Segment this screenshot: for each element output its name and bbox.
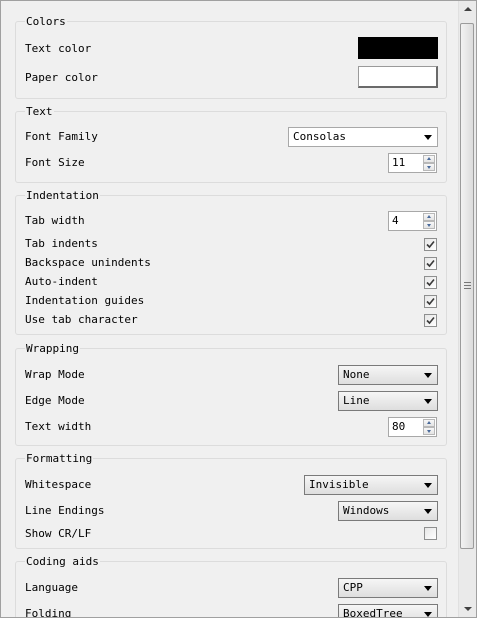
settings-panel: Colors Text color Paper color Text Font … xyxy=(0,0,477,618)
spin-up-icon[interactable] xyxy=(423,419,435,427)
text-color-swatch[interactable] xyxy=(358,37,438,59)
coding-aids-group: Coding aids Language CPP Folding BoxedTr… xyxy=(15,556,447,617)
spin-down-icon[interactable] xyxy=(423,427,435,435)
formatting-group: Formatting Whitespace Invisible Line End… xyxy=(15,453,447,549)
checkmark-icon xyxy=(426,297,435,306)
spin-down-icon[interactable] xyxy=(423,163,435,171)
use-tab-character-label: Use tab character xyxy=(25,313,138,326)
text-group-title: Text xyxy=(25,105,54,118)
language-label: Language xyxy=(25,581,78,594)
tab-indents-label: Tab indents xyxy=(25,237,98,250)
scroll-down-arrow-icon[interactable] xyxy=(460,601,475,617)
checkmark-icon xyxy=(426,259,435,268)
whitespace-value: Invisible xyxy=(309,478,369,491)
show-crlf-label: Show CR/LF xyxy=(25,527,92,540)
use-tab-character-checkbox[interactable] xyxy=(424,314,437,327)
language-combo[interactable]: CPP xyxy=(338,578,438,598)
chevron-down-icon xyxy=(424,483,432,488)
whitespace-combo[interactable]: Invisible xyxy=(304,475,438,495)
folding-value: BoxedTree xyxy=(343,607,403,617)
line-endings-value: Windows xyxy=(343,504,390,517)
font-size-label: Font Size xyxy=(25,156,85,169)
chevron-down-icon xyxy=(424,135,432,140)
tab-width-label: Tab width xyxy=(25,214,85,227)
tab-width-value: 4 xyxy=(392,214,399,227)
wrap-mode-label: Wrap Mode xyxy=(25,368,85,381)
checkmark-icon xyxy=(426,240,435,249)
font-family-label: Font Family xyxy=(25,130,98,143)
wrapping-group-title: Wrapping xyxy=(25,342,80,355)
paper-color-swatch[interactable] xyxy=(358,66,438,88)
indentation-group: Indentation Tab width 4 Tab indents Back… xyxy=(15,190,447,335)
language-value: CPP xyxy=(343,581,363,594)
line-endings-label: Line Endings xyxy=(25,504,105,517)
coding-aids-group-title: Coding aids xyxy=(25,555,100,568)
font-size-spinbox[interactable]: 11 xyxy=(388,153,437,173)
backspace-unindents-label: Backspace unindents xyxy=(25,256,151,269)
folding-label: Folding xyxy=(25,607,72,617)
settings-scroll-area: Colors Text color Paper color Text Font … xyxy=(1,1,456,617)
indentation-guides-label: Indentation guides xyxy=(25,294,145,307)
formatting-group-title: Formatting xyxy=(25,452,94,465)
wrapping-group: Wrapping Wrap Mode None Edge Mode Line T… xyxy=(15,343,447,446)
scrollbar-thumb[interactable] xyxy=(460,23,474,549)
chevron-down-icon xyxy=(424,612,432,617)
vertical-scrollbar[interactable] xyxy=(458,1,476,617)
colors-group-title: Colors xyxy=(25,15,67,28)
edge-mode-value: Line xyxy=(343,394,370,407)
text-width-label: Text width xyxy=(25,420,92,433)
backspace-unindents-checkbox[interactable] xyxy=(424,257,437,270)
colors-group: Colors Text color Paper color xyxy=(15,16,447,99)
folding-combo[interactable]: BoxedTree xyxy=(338,604,438,617)
text-color-label: Text color xyxy=(25,42,92,55)
checkmark-icon xyxy=(426,278,435,287)
font-size-value: 11 xyxy=(392,156,406,169)
wrap-mode-combo[interactable]: None xyxy=(338,365,438,385)
grip-line xyxy=(464,288,471,289)
font-family-value: Consolas xyxy=(293,130,346,143)
paper-color-label: Paper color xyxy=(25,71,98,84)
wrap-mode-value: None xyxy=(343,368,370,381)
spin-up-icon[interactable] xyxy=(423,213,435,221)
chevron-down-icon xyxy=(424,586,432,591)
scroll-up-arrow-icon[interactable] xyxy=(460,1,475,17)
chevron-down-icon xyxy=(424,373,432,378)
grip-line xyxy=(464,285,471,286)
edge-mode-combo[interactable]: Line xyxy=(338,391,438,411)
tab-width-spinbox[interactable]: 4 xyxy=(388,211,437,231)
spin-down-icon[interactable] xyxy=(423,221,435,229)
grip-line xyxy=(464,282,471,283)
spin-up-icon[interactable] xyxy=(423,155,435,163)
line-endings-combo[interactable]: Windows xyxy=(338,501,438,521)
text-width-value: 80 xyxy=(392,420,406,433)
show-crlf-checkbox[interactable] xyxy=(424,527,437,540)
auto-indent-label: Auto-indent xyxy=(25,275,98,288)
chevron-down-icon xyxy=(424,399,432,404)
indentation-group-title: Indentation xyxy=(25,189,100,202)
font-family-combo[interactable]: Consolas xyxy=(288,127,438,147)
checkmark-icon xyxy=(426,316,435,325)
chevron-down-icon xyxy=(424,509,432,514)
text-width-spinbox[interactable]: 80 xyxy=(388,417,437,437)
tab-indents-checkbox[interactable] xyxy=(424,238,437,251)
edge-mode-label: Edge Mode xyxy=(25,394,85,407)
indentation-guides-checkbox[interactable] xyxy=(424,295,437,308)
text-group: Text Font Family Consolas Font Size 11 xyxy=(15,106,447,183)
auto-indent-checkbox[interactable] xyxy=(424,276,437,289)
whitespace-label: Whitespace xyxy=(25,478,92,491)
